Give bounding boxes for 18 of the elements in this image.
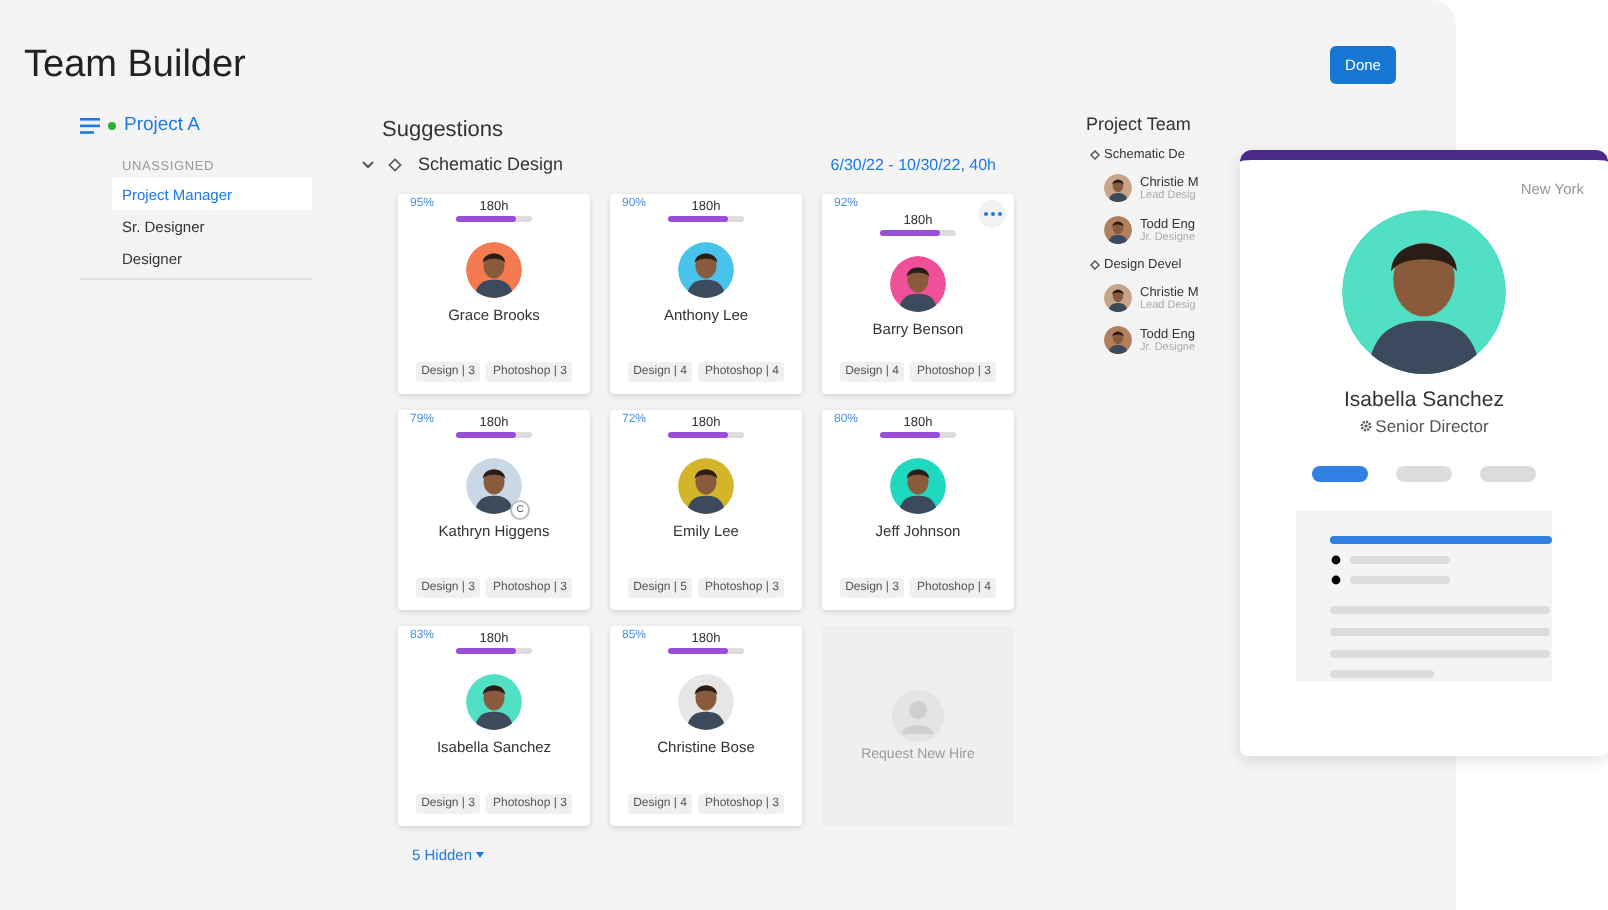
- gear-icon: [1359, 420, 1372, 432]
- person-icon: [892, 690, 944, 742]
- more-button[interactable]: [978, 200, 1006, 228]
- menu-icon[interactable]: [80, 117, 100, 133]
- project-name[interactable]: Project A: [124, 114, 201, 136]
- phase-dates: 6/30/22 - 10/30/22, 40h: [830, 155, 996, 173]
- job-title: Senior Director: [1375, 416, 1489, 436]
- chevron-icon[interactable]: [360, 156, 376, 172]
- profile-name: Isabella Sanchez: [1344, 388, 1504, 412]
- diamond-icon: [388, 157, 402, 171]
- phase-name: Schematic Design: [418, 154, 566, 174]
- page-title: Team Builder: [24, 44, 246, 88]
- section-title: Project Team: [1086, 114, 1193, 134]
- status-dot: [108, 121, 116, 129]
- section-title: Suggestions: [382, 118, 506, 142]
- caret-icon: [476, 852, 485, 858]
- diamond-icon: [1090, 150, 1100, 160]
- diamond-icon: [1090, 260, 1100, 270]
